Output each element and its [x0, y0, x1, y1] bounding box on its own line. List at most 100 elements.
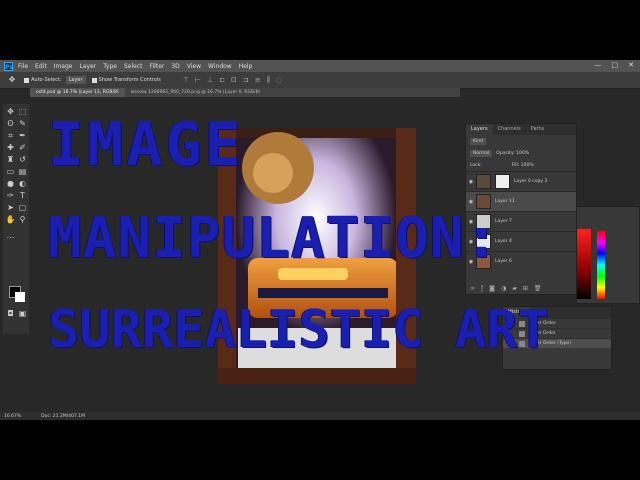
fill-field[interactable]: Fill: 100% [512, 163, 534, 168]
distribute-icon[interactable]: ≡ [255, 76, 261, 85]
menu-filter[interactable]: Filter [150, 63, 165, 70]
tab-channels[interactable]: Channels [493, 124, 526, 135]
visibility-eye-icon[interactable]: ◉ [466, 219, 476, 225]
opacity-field[interactable]: Opacity: 100% [496, 151, 529, 156]
hand-icon[interactable]: ✋ [5, 214, 16, 225]
layer-row[interactable]: ◉ Layer 0 copy 3 [466, 171, 576, 191]
doc-size: Doc: 21.2M/407.1M [41, 413, 85, 419]
pen-icon[interactable]: ✑ [5, 190, 16, 201]
history-state-icon [519, 320, 525, 327]
layer-row[interactable]: ◉ Layer 4 [466, 231, 576, 251]
minimize-button[interactable]: — [595, 61, 602, 69]
auto-select-dropdown[interactable]: Layer [65, 76, 86, 84]
tab-second-document[interactable]: wssolw 1280962_960_720.png @ 16.7% (Laye… [125, 88, 267, 97]
layer-thumbnail [476, 234, 491, 249]
close-button[interactable]: ✕ [628, 61, 634, 69]
kind-filter-dropdown[interactable]: Kind [470, 137, 486, 145]
delete-layer-icon[interactable]: 🗑 [534, 285, 542, 292]
quick-mask-icon[interactable]: ◘ [5, 308, 16, 319]
crop-icon[interactable]: ⌗ [5, 130, 16, 141]
text-icon[interactable]: T [17, 190, 28, 201]
menu-image[interactable]: Image [54, 63, 73, 70]
link-icon[interactable]: ∞ [470, 285, 475, 292]
align-left-icon[interactable]: ⊏ [219, 76, 225, 85]
menu-edit[interactable]: Edit [35, 63, 47, 70]
layer-row[interactable]: ◉ Layer 6 [466, 251, 576, 271]
dodge-icon[interactable]: ◐ [17, 178, 28, 189]
menu-help[interactable]: Help [239, 63, 253, 70]
maximize-button[interactable]: □ [612, 61, 619, 69]
history-state-icon [519, 330, 525, 337]
lock-label: Lock: [470, 162, 482, 168]
history-brush-icon[interactable]: ↺ [17, 154, 28, 165]
document-canvas[interactable] [218, 128, 416, 384]
visibility-eye-icon[interactable]: ◉ [466, 259, 476, 265]
path-select-icon[interactable]: ➤ [5, 202, 16, 213]
menu-select[interactable]: Select [124, 63, 143, 70]
menu-type[interactable]: Type [103, 63, 117, 70]
layer-thumbnail [476, 214, 491, 229]
menu-3d[interactable]: 3D [171, 63, 179, 70]
history-item-label: Layer Order [529, 331, 556, 336]
layers-panel: Layers Channels Paths Kind Normal Opacit… [465, 123, 577, 295]
align-right-icon[interactable]: ⊐ [243, 76, 249, 85]
move-icon[interactable]: ✥ [5, 106, 16, 117]
tab-paths[interactable]: Paths [526, 124, 550, 135]
layer-name: Layer 6 [495, 259, 512, 264]
lasso-icon[interactable]: ʘ [5, 118, 16, 129]
history-item[interactable]: Layer Order [503, 318, 611, 328]
tab-active-document[interactable]: ostit.psd @ 16.7% (Layer 11, RGB/8) [30, 88, 125, 97]
distribute-h-icon[interactable]: ⫼ [267, 76, 270, 85]
zoom-icon[interactable]: ⚲ [17, 214, 28, 225]
more-tools-icon[interactable]: … [5, 230, 16, 241]
gradient-icon[interactable]: ▤ [17, 166, 28, 177]
healing-icon[interactable]: ✚ [5, 142, 16, 153]
visibility-eye-icon[interactable]: ◉ [466, 179, 476, 185]
tab-layers[interactable]: Layers [466, 124, 493, 135]
menu-layer[interactable]: Layer [79, 63, 96, 70]
layer-thumbnail [476, 174, 491, 189]
transform-controls-checkbox[interactable] [91, 77, 97, 83]
align-bottom-icon[interactable]: ⊥ [207, 76, 213, 85]
auto-select-checkbox[interactable] [24, 77, 29, 83]
screen-mode-icon[interactable]: ▣ [17, 308, 28, 319]
new-layer-icon[interactable]: ⊞ [523, 285, 528, 292]
menu-file[interactable]: File [18, 63, 28, 70]
align-middle-icon[interactable]: ⊢ [195, 76, 201, 85]
layer-row-selected[interactable]: ◉ Layer 11 [466, 191, 576, 211]
shape-icon[interactable]: ▢ [17, 202, 28, 213]
color-panel [576, 206, 640, 304]
background-color-swatch[interactable] [15, 292, 25, 302]
blur-icon[interactable]: ● [5, 178, 16, 189]
visibility-eye-icon[interactable]: ◉ [466, 199, 476, 205]
history-panel-header: History [503, 307, 611, 318]
blend-mode-dropdown[interactable]: Normal [470, 149, 493, 157]
filter-row: Kind [466, 135, 576, 147]
color-picker[interactable] [577, 207, 639, 303]
menu-window[interactable]: Window [208, 63, 232, 70]
eyedropper-icon[interactable]: ✒ [17, 130, 28, 141]
align-top-icon[interactable]: ⊤ [183, 76, 189, 85]
align-center-icon[interactable]: ⊡ [231, 76, 237, 85]
blend-row: Normal Opacity: 100% [466, 147, 576, 159]
zoom-level[interactable]: 16.67% [4, 414, 21, 419]
history-item-selected[interactable]: Layer Order (Type) [503, 338, 611, 348]
menu-view[interactable]: View [187, 63, 201, 70]
group-icon[interactable]: ▰ [512, 285, 517, 292]
layers-panel-tabs: Layers Channels Paths [466, 124, 576, 135]
layer-row[interactable]: ◉ Layer 7 [466, 211, 576, 231]
auto-select-label: Auto-Select: [31, 77, 62, 83]
adjustment-icon[interactable]: ◑ [501, 285, 506, 292]
brush-icon[interactable]: ✐ [17, 142, 28, 153]
transform-controls-label: Show Transform Controls [98, 77, 161, 83]
eraser-icon[interactable]: ▭ [5, 166, 16, 177]
history-item[interactable]: Layer Order [503, 328, 611, 338]
stamp-icon[interactable]: ♜ [5, 154, 16, 165]
3d-mode-icon[interactable]: ◌ [276, 76, 282, 85]
quick-select-icon[interactable]: ✎ [17, 118, 28, 129]
add-mask-icon[interactable]: ◙ [489, 285, 495, 292]
visibility-eye-icon[interactable]: ◉ [466, 239, 476, 245]
move-tool-icon[interactable]: ✥ [6, 75, 18, 85]
marquee-icon[interactable]: ⬚ [17, 106, 28, 117]
fx-icon[interactable]: ƒ [481, 285, 483, 292]
